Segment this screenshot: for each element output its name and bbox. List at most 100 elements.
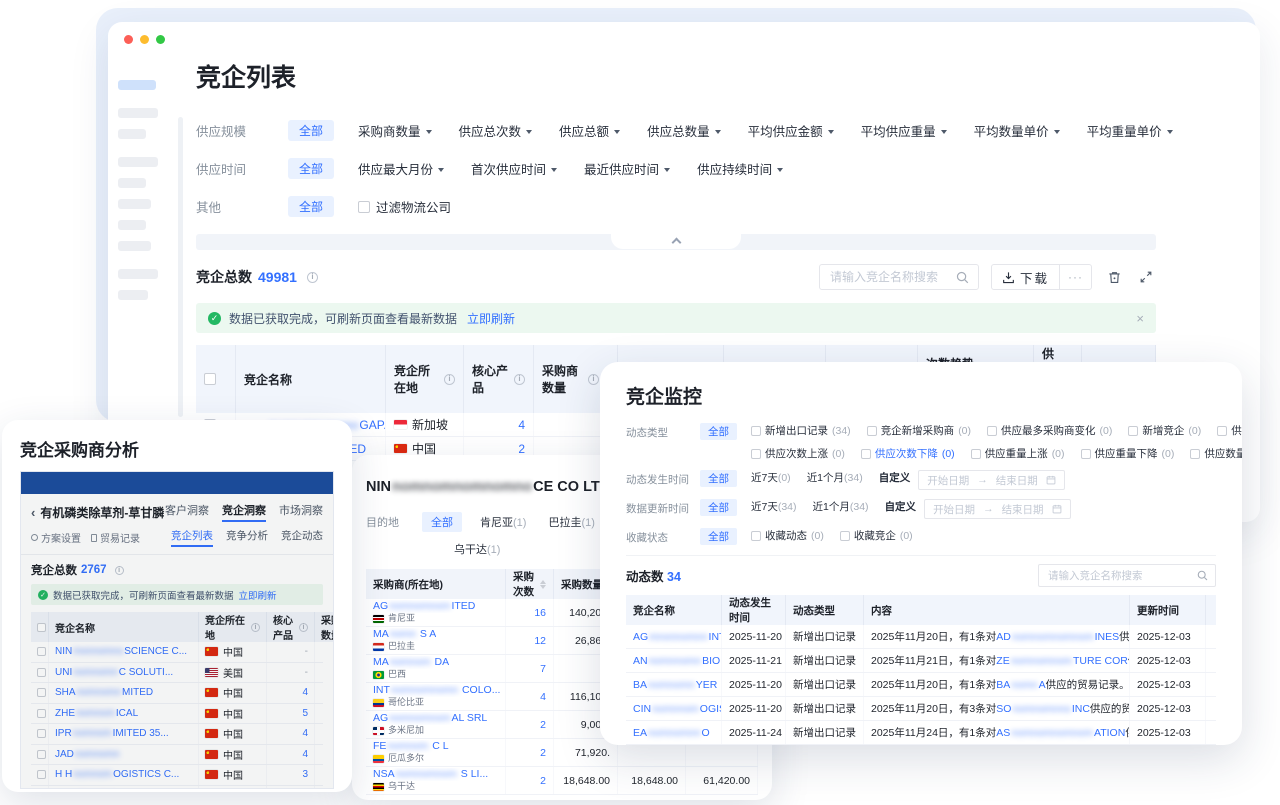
company-name-cell[interactable]: IPRnomnomIMITED 35...	[49, 724, 199, 744]
filter-all-chip[interactable]: 全部	[700, 528, 737, 545]
filter-dropdown[interactable]: 供应总额	[559, 121, 620, 140]
monitor-filter-option[interactable]: 竞企新增采购商(0)	[867, 423, 971, 438]
checkbox[interactable]	[37, 647, 46, 656]
filter-dropdown[interactable]: 供应总数量	[647, 121, 721, 140]
sidebar-item[interactable]	[118, 157, 158, 167]
checkbox[interactable]	[37, 729, 46, 738]
purchase-times[interactable]: 2	[540, 719, 546, 731]
buyer-name[interactable]: NSAnomnomnom S LI...乌干达	[373, 768, 488, 792]
fullscreen-button[interactable]	[1136, 267, 1156, 287]
core-product-count[interactable]: 2	[518, 442, 525, 456]
buyer-name[interactable]: AGnomnomnomAL SRL多米尼加	[373, 712, 487, 736]
delete-button[interactable]	[1104, 267, 1124, 287]
checkbox[interactable]	[1081, 449, 1091, 459]
filter-dropdown[interactable]: 供应持续时间	[697, 159, 783, 178]
buyer-name[interactable]: MAnomn S A巴拉圭	[373, 628, 436, 652]
destination-all-chip[interactable]: 全部	[422, 512, 462, 532]
checkbox[interactable]	[204, 373, 216, 385]
checkbox[interactable]	[1190, 449, 1200, 459]
sidebar-item[interactable]	[118, 178, 146, 188]
buyer-name[interactable]: MAnomnom DA巴西	[373, 656, 449, 680]
monitor-filter-option[interactable]: 供应金额上涨(0)	[1217, 423, 1242, 438]
company-name-cell[interactable]: NINmonnomnoSCIENCE C...	[49, 642, 199, 662]
sidebar-item[interactable]	[118, 129, 146, 139]
company-name-cell[interactable]: CINnomnnomOGIS...	[626, 697, 722, 720]
tab-竞企洞察[interactable]: 竞企洞察	[222, 502, 266, 522]
filter-all-chip[interactable]: 全部	[288, 196, 334, 217]
download-button[interactable]: 下载	[992, 265, 1060, 289]
menu-item[interactable]: 贸易记录	[91, 530, 140, 545]
monitor-filter-option[interactable]: 收藏竞企(0)	[840, 528, 913, 543]
time-option[interactable]: 近1个月(34)	[813, 499, 869, 519]
tab-客户洞察[interactable]: 客户洞察	[165, 502, 209, 522]
refresh-now-link[interactable]: 立即刷新	[467, 310, 515, 327]
company-name-cell[interactable]: H HnomnomOGISTICS C...	[49, 765, 199, 785]
tab-市场洞察[interactable]: 市场洞察	[279, 502, 323, 522]
subtab-竞争分析[interactable]: 竞争分析	[226, 528, 268, 547]
more-options-button[interactable]: ···	[1060, 270, 1091, 284]
checkbox[interactable]	[861, 449, 871, 459]
checkbox[interactable]	[37, 688, 46, 697]
checkbox[interactable]	[37, 750, 46, 759]
core-product-count[interactable]: 4	[302, 687, 308, 698]
time-option[interactable]: 近1个月(34)	[807, 470, 863, 490]
sidebar-item[interactable]	[118, 108, 158, 118]
purchase-times[interactable]: 12	[534, 635, 546, 647]
menu-item[interactable]: 方案设置	[31, 530, 81, 545]
buyer-name[interactable]: FEnomnom C L厄瓜多尔	[373, 740, 449, 764]
monitor-filter-option[interactable]: 供应次数上涨(0)	[751, 446, 845, 461]
close-window-button[interactable]	[124, 35, 133, 44]
collapse-toggle[interactable]	[611, 234, 741, 249]
logistics-filter-checkbox[interactable]: 过滤物流公司	[358, 197, 451, 216]
checkbox[interactable]	[37, 623, 46, 632]
sidebar-item-active[interactable]	[118, 80, 156, 90]
checkbox[interactable]	[37, 709, 46, 718]
core-product-count[interactable]: 4	[518, 418, 525, 432]
purchase-times[interactable]: 2	[540, 747, 546, 759]
checkbox[interactable]	[987, 426, 997, 436]
filter-dropdown[interactable]: 采购商数量	[358, 121, 432, 140]
time-option[interactable]: 近7天(0)	[751, 470, 791, 490]
search-input[interactable]	[828, 269, 948, 285]
company-name-cell[interactable]: CHEnomnomIY LIMITED	[49, 786, 199, 790]
core-product-count[interactable]: 4	[302, 728, 308, 739]
destination-option[interactable]: 乌干达(1)	[454, 544, 500, 556]
monitor-search-input[interactable]	[1046, 569, 1186, 583]
subtab-竞企列表[interactable]: 竞企列表	[171, 528, 213, 547]
filter-dropdown[interactable]: 供应最大月份	[358, 159, 444, 178]
time-option[interactable]: 近7天(34)	[751, 499, 797, 519]
checkbox[interactable]	[971, 449, 981, 459]
purchase-times[interactable]: 2	[540, 775, 546, 787]
monitor-filter-option[interactable]: 收藏动态(0)	[751, 528, 824, 543]
search-icon[interactable]	[1197, 570, 1208, 581]
filter-dropdown[interactable]: 供应总次数	[459, 121, 533, 140]
filter-dropdown[interactable]: 最近供应时间	[584, 159, 670, 178]
filter-dropdown[interactable]: 平均供应金额	[748, 121, 834, 140]
filter-all-chip[interactable]: 全部	[288, 158, 334, 179]
checkbox[interactable]	[751, 449, 761, 459]
monitor-filter-option[interactable]: 供应数量上涨(0)	[1190, 446, 1242, 461]
sidebar-item[interactable]	[118, 290, 148, 300]
monitor-filter-option[interactable]: 供应次数下降(0)	[861, 446, 955, 461]
sidebar-item[interactable]	[118, 241, 151, 251]
back-icon[interactable]: ‹	[31, 505, 35, 520]
filter-dropdown[interactable]: 首次供应时间	[471, 159, 557, 178]
sort-icon[interactable]	[540, 580, 546, 589]
filter-all-chip[interactable]: 全部	[700, 470, 737, 487]
checkbox[interactable]	[867, 426, 877, 436]
checkbox[interactable]	[751, 531, 761, 541]
filter-all-chip[interactable]: 全部	[700, 499, 737, 516]
purchase-times[interactable]: 4	[540, 691, 546, 703]
sidebar-scrollbar[interactable]	[178, 117, 183, 417]
monitor-filter-option[interactable]: 新增出口记录(34)	[751, 423, 851, 438]
company-name-cell[interactable]: AGmnonnomnn INT...	[626, 625, 722, 648]
core-product-count[interactable]: 5	[302, 708, 308, 719]
filter-all-chip[interactable]: 全部	[288, 120, 334, 141]
company-name-cell[interactable]: BAnomnomnYER ...	[626, 673, 722, 696]
destination-option[interactable]: 肯尼亚(1)	[480, 517, 526, 529]
sidebar-item[interactable]	[118, 199, 151, 209]
inner-refresh-link[interactable]: 立即刷新	[239, 588, 277, 602]
checkbox[interactable]	[1217, 426, 1227, 436]
close-banner-icon[interactable]: ×	[1136, 311, 1144, 326]
checkbox[interactable]	[840, 531, 850, 541]
